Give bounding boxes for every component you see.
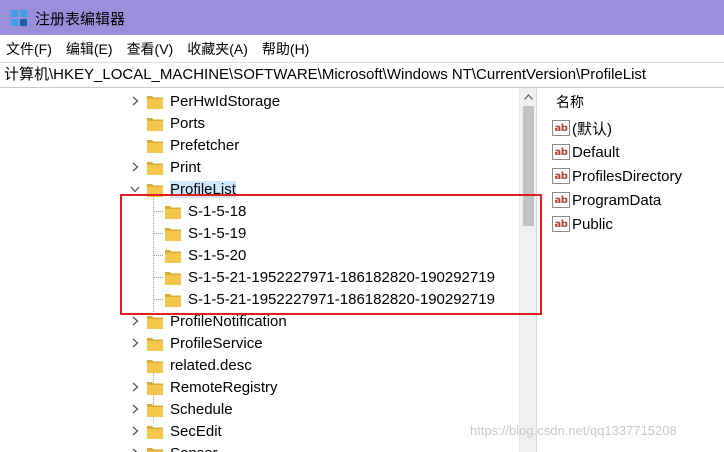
folder-icon — [147, 315, 163, 329]
menu-favorites[interactable]: 收藏夹(A) — [187, 39, 248, 59]
tree-item-label: Schedule — [170, 400, 233, 418]
menu-edit[interactable]: 编辑(E) — [66, 39, 113, 59]
menu-bar: 文件(F) 编辑(E) 查看(V) 收藏夹(A) 帮助(H) — [0, 35, 724, 62]
tree-item[interactable]: PerHwIdStorage — [147, 90, 280, 112]
tree-item[interactable]: ProfileService — [147, 332, 263, 354]
tree-item[interactable]: related.desc — [147, 354, 252, 376]
chevron-right-icon[interactable] — [130, 398, 140, 420]
tree-item[interactable]: RemoteRegistry — [147, 376, 278, 398]
tree-item-label: Ports — [170, 114, 206, 132]
chevron-right-icon[interactable] — [130, 442, 140, 452]
tree-item-label: SecEdit — [170, 422, 222, 440]
folder-icon — [147, 447, 163, 452]
menu-help[interactable]: 帮助(H) — [262, 39, 309, 59]
string-value-icon: ab — [552, 192, 570, 208]
tree-item-label: ProfileNotification — [170, 312, 287, 330]
folder-icon — [147, 403, 163, 417]
folder-icon — [147, 161, 163, 175]
string-value-icon: ab — [552, 120, 570, 136]
menu-file[interactable]: 文件(F) — [6, 39, 52, 59]
tree-item-label: Prefetcher — [170, 136, 240, 154]
chevron-right-icon[interactable] — [130, 376, 140, 398]
tree-item[interactable]: Schedule — [147, 398, 233, 420]
registry-editor-app-icon — [11, 10, 27, 26]
string-value-icon: ab — [552, 144, 570, 160]
tree-item-label: Sensor — [170, 445, 218, 452]
string-value-icon: ab — [552, 216, 570, 232]
annotation-highlight-box — [120, 194, 542, 315]
tree-item[interactable]: Sensor — [147, 442, 218, 452]
chevron-right-icon[interactable] — [130, 332, 140, 354]
value-name: Default — [572, 143, 620, 161]
chevron-right-icon[interactable] — [130, 420, 140, 442]
tree-item-label: ProfileService — [170, 334, 263, 352]
tree-item-label: RemoteRegistry — [170, 378, 278, 396]
registry-editor-window: 注册表编辑器 文件(F) 编辑(E) 查看(V) 收藏夹(A) 帮助(H) 计算… — [0, 0, 724, 452]
value-name: Public — [572, 215, 613, 233]
folder-icon — [147, 381, 163, 395]
tree-item[interactable]: Print — [147, 156, 201, 178]
folder-icon — [147, 337, 163, 351]
value-row[interactable]: ab Public — [552, 213, 613, 235]
value-row[interactable]: ab ProfilesDirectory — [552, 165, 682, 187]
chevron-right-icon[interactable] — [130, 90, 140, 112]
value-name: ProgramData — [572, 191, 662, 209]
chevron-right-icon[interactable] — [130, 156, 140, 178]
folder-icon — [147, 139, 163, 153]
string-value-icon: ab — [552, 168, 570, 184]
value-row[interactable]: ab ProgramData — [552, 189, 661, 211]
folder-icon — [147, 95, 163, 109]
value-name: (默认) — [572, 120, 612, 138]
column-header-name[interactable]: 名称 — [546, 88, 724, 114]
address-bar[interactable]: 计算机\HKEY_LOCAL_MACHINE\SOFTWARE\Microsof… — [0, 62, 724, 88]
window-title: 注册表编辑器 — [35, 11, 126, 28]
tree-item[interactable]: Ports — [147, 112, 205, 134]
watermark: https://blog.csdn.net/qq1337715208 — [470, 423, 677, 438]
scroll-up-arrow-icon[interactable] — [520, 88, 537, 105]
folder-icon — [147, 425, 163, 439]
tree-item-label: related.desc — [170, 356, 252, 374]
title-bar: 注册表编辑器 — [0, 0, 724, 35]
values-pane[interactable]: 名称 ab (默认) ab Default ab ProfilesDirectory ab P… — [546, 88, 724, 452]
tree-item-label: PerHwIdStorage — [170, 92, 281, 110]
folder-icon — [147, 359, 163, 373]
value-name: ProfilesDirectory — [572, 167, 683, 185]
tree-item[interactable]: Prefetcher — [147, 134, 239, 156]
menu-view[interactable]: 查看(V) — [127, 39, 174, 59]
tree-item[interactable]: SecEdit — [147, 420, 222, 442]
tree-item-label: Print — [170, 158, 201, 176]
folder-icon — [147, 117, 163, 131]
value-row[interactable]: ab (默认) — [552, 117, 612, 139]
value-row[interactable]: ab Default — [552, 141, 620, 163]
